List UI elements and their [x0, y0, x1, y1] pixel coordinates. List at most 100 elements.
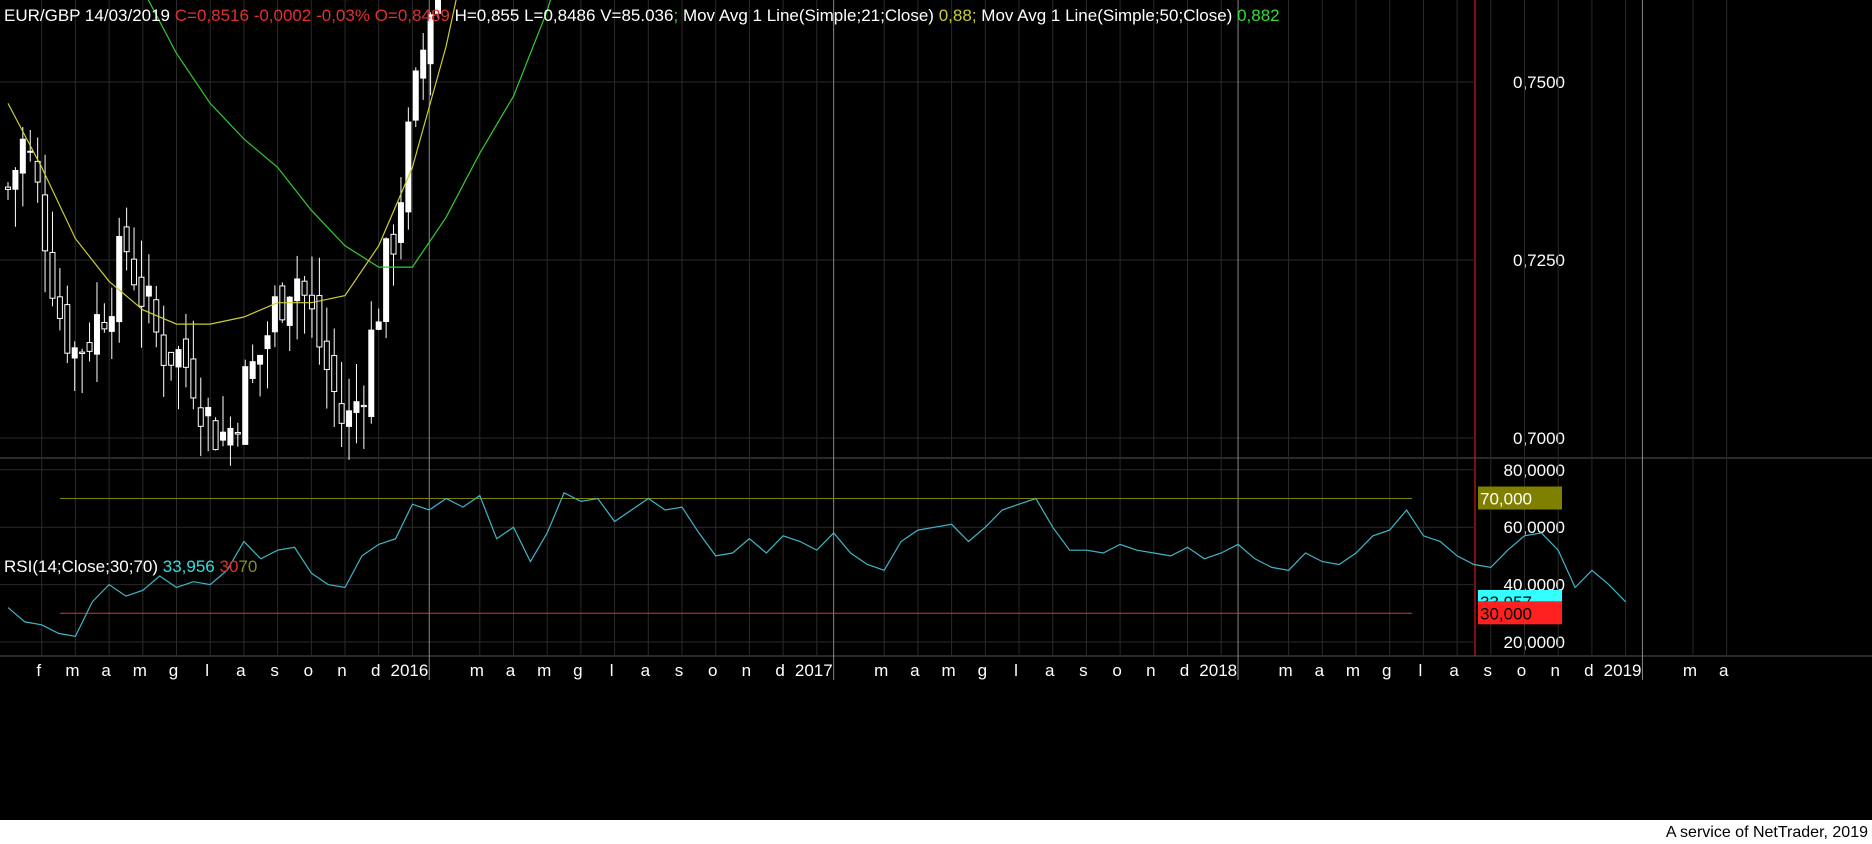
ma21-value: 0,88 [938, 6, 972, 25]
candle-body [271, 296, 278, 333]
x-tick-label: n [1550, 661, 1559, 680]
x-tick-label: s [675, 661, 684, 680]
x-tick-label: g [978, 661, 987, 680]
candle-body [212, 420, 219, 451]
candle-body [175, 349, 182, 368]
x-tick-label: o [1112, 661, 1121, 680]
volume-value: V=85.036 [600, 6, 674, 25]
x-tick-label: s [1079, 661, 1088, 680]
x-tick-label: a [101, 661, 111, 680]
rsi-tick-label: 20,0000 [1504, 633, 1565, 652]
candle-body [360, 404, 367, 408]
x-tick-label: a [910, 661, 920, 680]
candle-body [64, 304, 71, 354]
candle-body [368, 329, 375, 417]
x-tick-label: m [1346, 661, 1360, 680]
x-tick-label: m [133, 661, 147, 680]
candle-body [390, 233, 397, 255]
candle-body [227, 427, 234, 446]
x-tick-label: s [1484, 661, 1493, 680]
candle-body [5, 186, 11, 190]
x-tick-label: a [1449, 661, 1459, 680]
x-tick-label: 2017 [795, 661, 833, 680]
price-legend: EUR/GBP 14/03/2019 C=0,8516 -0,0002 -0,0… [4, 6, 1280, 25]
candle-body [301, 280, 308, 296]
chart-canvas[interactable]: 0,70000,72500,75000,77500,80000,82500,85… [0, 0, 1872, 844]
x-tick-label: n [1146, 661, 1155, 680]
close-value: C=0,8516 [174, 6, 249, 25]
x-tick-label: d [1584, 661, 1593, 680]
x-tick-label: m [65, 661, 79, 680]
x-tick-label: m [1683, 661, 1697, 680]
rsi-last-label-text: 70,000 [1480, 490, 1532, 509]
candle-body [116, 236, 123, 323]
change-percent: -0,03% [316, 6, 370, 25]
x-tick-label: g [573, 661, 582, 680]
symbol-date: EUR/GBP 14/03/2019 [4, 6, 171, 25]
x-tick-label: m [1279, 661, 1293, 680]
candle-body [234, 432, 241, 435]
candle-body [338, 403, 345, 424]
candle-body [346, 410, 353, 427]
candle-body [375, 321, 382, 330]
ma21-label: Mov Avg 1 Line(Simple;21;Close) [682, 6, 934, 25]
candle-body [331, 355, 338, 393]
x-tick-label: n [742, 661, 751, 680]
x-tick-label: a [1719, 661, 1729, 680]
candle-body [19, 138, 26, 174]
candle-body [168, 351, 175, 366]
candle-body [286, 296, 293, 326]
candle-body [49, 251, 56, 299]
candle-body [249, 361, 256, 379]
candle-body [27, 150, 34, 153]
candle-body [182, 338, 189, 368]
candle-body [86, 342, 93, 352]
candle-body [397, 202, 404, 243]
x-tick-label: l [610, 661, 614, 680]
x-tick-label: l [205, 661, 209, 680]
candle-body [205, 407, 212, 417]
x-tick-label: g [169, 661, 178, 680]
low-value: L=0,8486 [524, 6, 596, 25]
rsi-legend: RSI(14;Close;30;70) 33,956 3070 [4, 557, 257, 577]
candle-body [405, 121, 412, 213]
x-tick-label: m [537, 661, 551, 680]
x-tick-label: a [641, 661, 651, 680]
x-tick-label: d [371, 661, 380, 680]
x-tick-label: a [506, 661, 516, 680]
chart-root: 0,70000,72500,75000,77500,80000,82500,85… [0, 0, 1872, 844]
x-tick-label: 2018 [1199, 661, 1237, 680]
candle-body [323, 340, 330, 371]
candle-body [12, 170, 19, 190]
candle-body [420, 49, 427, 79]
x-tick-label: o [1517, 661, 1526, 680]
x-tick-label: m [470, 661, 484, 680]
x-tick-label: f [36, 661, 41, 680]
rsi-low-level: 30 [219, 557, 239, 576]
candle-body [264, 335, 271, 350]
x-tick-label: o [708, 661, 717, 680]
candle-body [131, 258, 138, 286]
open-value: O=0,8489 [374, 6, 450, 25]
candle-body [257, 354, 264, 365]
x-tick-label: o [304, 661, 313, 680]
candle-body [353, 401, 360, 413]
candle-body [220, 431, 227, 441]
candle-body [108, 316, 115, 332]
ma50-label: Mov Avg 1 Line(Simple;50;Close) [981, 6, 1233, 25]
rsi-high-level: 70 [238, 557, 258, 576]
candle-body [316, 295, 323, 348]
x-tick-label: a [1045, 661, 1055, 680]
change-value: -0,0002 [253, 6, 312, 25]
candle-body [101, 321, 108, 330]
candle-body [79, 351, 86, 355]
candle-body [145, 285, 152, 297]
candle-body [93, 314, 100, 355]
x-tick-label: m [874, 661, 888, 680]
x-tick-label: 2016 [390, 661, 428, 680]
candle-body [160, 334, 167, 366]
candle-body [242, 366, 249, 445]
x-tick-label: l [1419, 661, 1423, 680]
candle-body [138, 276, 145, 307]
candle-body [56, 296, 63, 319]
